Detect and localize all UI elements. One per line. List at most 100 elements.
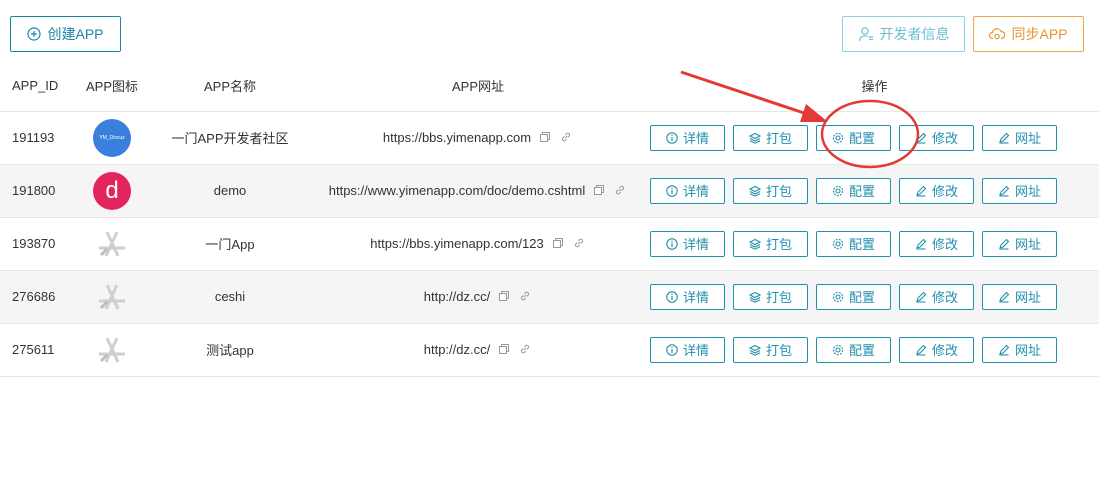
detail-button[interactable]: 详情 [650,283,725,310]
pencil-icon [915,132,927,144]
link-edit-icon [998,185,1010,197]
app-id-cell: 275611 [0,323,80,376]
detail-button[interactable]: 详情 [650,177,725,204]
ops-group: 详情 打包 配置 修改 网址 [650,177,1099,204]
pack-button[interactable]: 打包 [733,230,808,257]
app-url-cell: https://bbs.yimenapp.com [316,111,640,164]
cloud-sync-icon [989,27,1006,41]
copy-icon[interactable] [552,237,565,250]
info-icon [666,184,678,197]
detail-label: 详情 [682,343,709,358]
config-button[interactable]: 配置 [816,124,891,151]
pencil-icon [915,291,927,303]
app-url-cell: https://bbs.yimenapp.com/123 [316,217,640,270]
pack-button[interactable]: 打包 [733,177,808,204]
ops-cell: 详情 打包 配置 修改 网址 [640,164,1099,217]
app-url-group: http://dz.cc/ [424,289,532,304]
app-id-cell: 191800 [0,164,80,217]
config-label: 配置 [848,131,875,146]
site-label: 网址 [1014,343,1041,358]
link-edit-icon [998,291,1010,303]
link-icon[interactable] [560,131,573,144]
config-button[interactable]: 配置 [816,283,891,310]
create-app-button[interactable]: 创建APP [10,16,121,52]
link-icon[interactable] [573,237,586,250]
info-icon [666,290,678,303]
app-id-cell: 191193 [0,111,80,164]
pack-label: 打包 [765,131,792,146]
site-label: 网址 [1014,237,1041,252]
copy-icon[interactable] [593,184,606,197]
pack-button[interactable]: 打包 [733,283,808,310]
config-button[interactable]: 配置 [816,230,891,257]
detail-button[interactable]: 详情 [650,230,725,257]
pack-label: 打包 [765,184,792,199]
edit-label: 修改 [931,131,958,146]
site-label: 网址 [1014,290,1041,305]
site-button[interactable]: 网址 [982,124,1057,151]
site-button[interactable]: 网址 [982,283,1057,310]
site-button[interactable]: 网址 [982,230,1057,257]
pencil-icon [915,238,927,250]
app-name: demo [213,183,247,198]
app-id: 276686 [12,289,56,304]
column-header-url: APP网址 [451,78,504,94]
gear-icon [832,291,844,303]
sync-app-button[interactable]: 同步APP [973,16,1084,52]
layers-icon [748,238,761,250]
copy-icon[interactable] [498,343,511,356]
app-table: APP_ID APP图标 APP名称 APP网址 操作 191193 YM_Di… [0,64,1099,377]
developer-info-button[interactable]: 开发者信息 [842,16,965,52]
column-header-icon: APP图标 [85,78,138,94]
app-id: 193870 [12,236,56,251]
detail-button[interactable]: 详情 [650,336,725,363]
app-id: 191800 [12,183,56,198]
config-button[interactable]: 配置 [816,177,891,204]
pack-button[interactable]: 打包 [733,336,808,363]
edit-button[interactable]: 修改 [899,124,974,151]
config-label: 配置 [848,237,875,252]
app-url-cell: http://dz.cc/ [316,323,640,376]
app-id-cell: 276686 [0,270,80,323]
ops-cell: 详情 打包 配置 修改 网址 [640,270,1099,323]
user-icon [858,26,874,42]
app-name-cell: 一门App [144,217,316,270]
gear-icon [832,132,844,144]
sync-app-label: 同步APP [1011,26,1068,42]
site-label: 网址 [1014,131,1041,146]
link-icon[interactable] [519,290,532,303]
site-button[interactable]: 网址 [982,177,1057,204]
copy-icon[interactable] [539,131,552,144]
info-icon [666,237,678,250]
app-name-cell: 测试app [144,323,316,376]
app-id: 275611 [12,342,55,357]
config-label: 配置 [848,184,875,199]
app-name-cell: ceshi [144,270,316,323]
table-row: 193870 一门App https://bbs.yimenapp.com/12… [0,217,1099,270]
layers-icon [748,185,761,197]
site-button[interactable]: 网址 [982,336,1057,363]
pack-button[interactable]: 打包 [733,124,808,151]
app-url-group: http://dz.cc/ [424,342,532,357]
ops-group: 详情 打包 配置 修改 网址 [650,230,1099,257]
edit-button[interactable]: 修改 [899,336,974,363]
app-url: https://bbs.yimenapp.com/123 [370,236,544,251]
app-id: 191193 [12,130,55,145]
column-header-name: APP名称 [203,78,256,94]
edit-label: 修改 [931,290,958,305]
table-row: 191193 YM_Discuz 一门APP开发者社区 https://bbs.… [0,111,1099,164]
link-icon[interactable] [614,184,627,197]
edit-button[interactable]: 修改 [899,230,974,257]
detail-button[interactable]: 详情 [650,124,725,151]
app-url: https://www.yimenapp.com/doc/demo.cshtml [328,183,586,198]
ops-group: 详情 打包 配置 修改 网址 [650,336,1099,363]
app-name: 测试app [206,343,254,358]
copy-icon[interactable] [498,290,511,303]
edit-button[interactable]: 修改 [899,283,974,310]
link-icon[interactable] [519,343,532,356]
edit-label: 修改 [931,343,958,358]
table-row: 276686 ceshi http://dz.cc/ 详情 打包 配置 修改 网址 [0,270,1099,323]
app-name: 一门APP开发者社区 [171,131,289,146]
edit-button[interactable]: 修改 [899,177,974,204]
config-button[interactable]: 配置 [816,336,891,363]
